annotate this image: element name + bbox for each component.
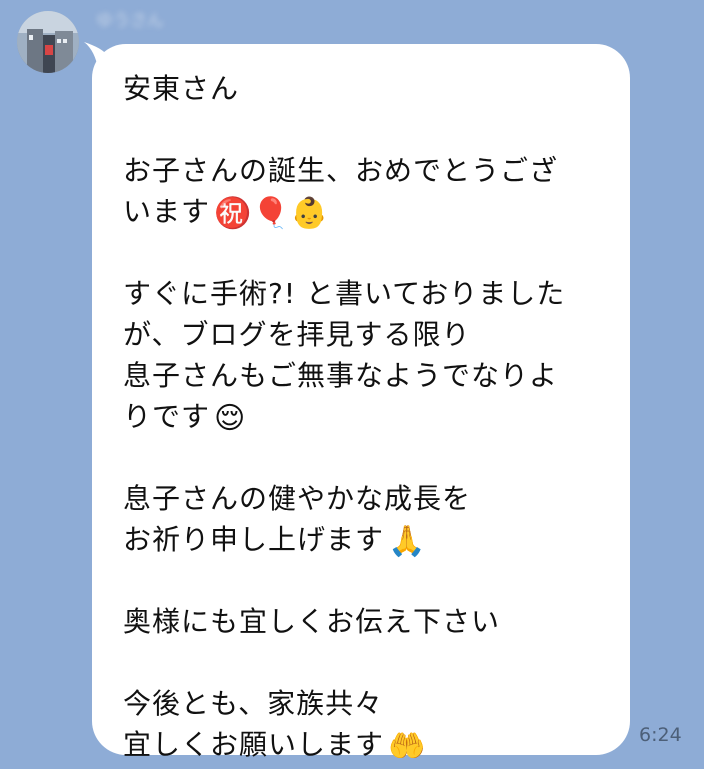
- message-line-text: 今後とも、家族共々: [123, 687, 384, 720]
- message-line-text: 安東さん: [123, 72, 240, 105]
- message-line-text: 息子さんもご無事なようでなりよ: [123, 359, 559, 392]
- message-line: すぐに手術?! と書いておりました: [123, 273, 610, 314]
- message-line-text: すぐに手術?! と書いておりました: [123, 277, 566, 310]
- message-line: います ㊗️🎈👶: [123, 191, 610, 232]
- message-line: 息子さんもご無事なようでなりよ: [123, 355, 610, 396]
- emoji-icon: 😌: [214, 401, 247, 436]
- message-line-text: お子さんの誕生、おめでとうござ: [123, 154, 559, 187]
- message-line-text: お祈り申し上げます: [123, 523, 385, 556]
- message-line-text: が、ブログを拝見する限り: [123, 318, 471, 351]
- message-line: りです 😌: [123, 396, 610, 437]
- message-line: 息子さんの健やかな成長を: [123, 478, 610, 519]
- message-line: お祈り申し上げます 🙏: [123, 519, 610, 560]
- message-line: 今後とも、家族共々: [123, 683, 610, 724]
- sender-avatar[interactable]: [17, 11, 79, 73]
- message-line: 安東さん: [123, 68, 610, 109]
- message-line-text: 息子さんの健やかな成長を: [123, 482, 472, 515]
- message-line-text: 宜しくお願いします: [123, 728, 385, 761]
- sender-name: ゆうさん: [96, 11, 164, 31]
- message-line: 奥様にも宜しくお伝え下さい: [123, 601, 610, 642]
- message-line-text: 奥様にも宜しくお伝え下さい: [123, 605, 501, 638]
- message-bubble[interactable]: 安東さん お子さんの誕生、おめでとうござ います ㊗️🎈👶 すぐに手術?! と書いており…: [92, 44, 630, 764]
- message-timestamp: 6:24: [639, 724, 682, 746]
- emoji-icon: ㊗️🎈👶: [214, 196, 330, 231]
- message-line: が、ブログを拝見する限り: [123, 314, 610, 355]
- avatar-photo-icon: [17, 11, 79, 73]
- message-line: 宜しくお願いします 🤲: [123, 724, 610, 765]
- message-line-text: りです: [123, 400, 211, 433]
- emoji-icon: 🙏: [388, 524, 427, 559]
- emoji-icon: 🤲: [388, 729, 427, 764]
- message-line-text: います: [123, 195, 211, 228]
- message-line: お子さんの誕生、おめでとうござ: [123, 150, 610, 191]
